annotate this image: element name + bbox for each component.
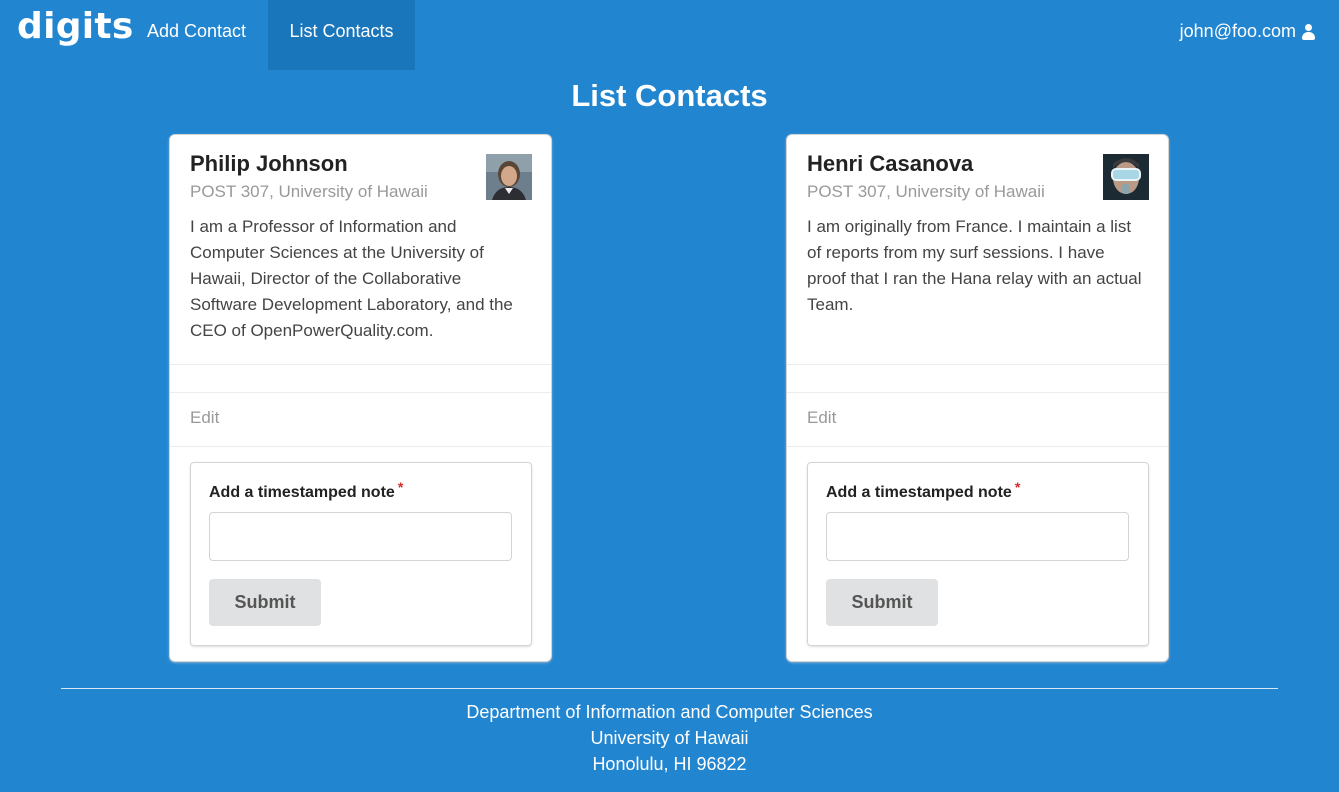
required-mark: *	[1014, 479, 1021, 495]
required-mark: *	[397, 479, 404, 495]
footer-university: University of Hawaii	[590, 728, 749, 748]
avatar	[1103, 154, 1149, 200]
contact-name: Henri Casanova	[807, 151, 974, 176]
brand-logo[interactable]: digits	[17, 6, 134, 47]
edit-link[interactable]: Edit	[190, 408, 219, 428]
add-note-form: Add a timestamped note * Submit	[190, 462, 532, 646]
note-input[interactable]	[209, 512, 512, 561]
footer-divider	[61, 688, 1278, 689]
divider	[170, 392, 551, 393]
top-navbar: digits Add Contact List Contacts john@fo…	[0, 0, 1339, 70]
submit-button[interactable]: Submit	[826, 579, 938, 626]
user-email: john@foo.com	[1179, 21, 1296, 41]
contact-card: Philip Johnson POST 307, University of H…	[170, 135, 551, 661]
add-note-form: Add a timestamped note * Submit	[807, 462, 1149, 646]
footer-location: Honolulu, HI 96822	[592, 754, 747, 774]
user-icon	[1302, 23, 1315, 40]
note-input[interactable]	[826, 512, 1129, 561]
contact-description: I am a Professor of Information and Comp…	[190, 217, 513, 340]
avatar	[486, 154, 532, 200]
portrait-image	[1103, 154, 1149, 200]
contact-address: POST 307, University of Hawaii	[190, 182, 428, 201]
divider	[787, 392, 1168, 393]
nav-list-contacts[interactable]: List Contacts	[268, 0, 415, 70]
contact-description: I am originally from France. I maintain …	[807, 217, 1142, 314]
contact-name: Philip Johnson	[190, 151, 348, 176]
note-label-text: Add a timestamped note	[826, 484, 1012, 501]
divider	[170, 364, 551, 365]
divider	[787, 446, 1168, 447]
nav-add-contact[interactable]: Add Contact	[126, 0, 267, 70]
footer-department: Department of Information and Computer S…	[466, 702, 873, 722]
portrait-image	[486, 154, 532, 200]
divider	[787, 364, 1168, 365]
edit-link[interactable]: Edit	[807, 408, 836, 428]
submit-button[interactable]: Submit	[209, 579, 321, 626]
contact-address: POST 307, University of Hawaii	[807, 182, 1045, 201]
contact-card: Henri Casanova POST 307, University of H…	[787, 135, 1168, 661]
note-field-label: Add a timestamped note *	[826, 479, 1020, 502]
divider	[170, 446, 551, 447]
note-field-label: Add a timestamped note *	[209, 479, 403, 502]
page-title: List Contacts	[571, 78, 768, 113]
note-label-text: Add a timestamped note	[209, 484, 395, 501]
footer: Department of Information and Computer S…	[0, 699, 1339, 777]
user-menu[interactable]: john@foo.com	[1180, 21, 1315, 42]
